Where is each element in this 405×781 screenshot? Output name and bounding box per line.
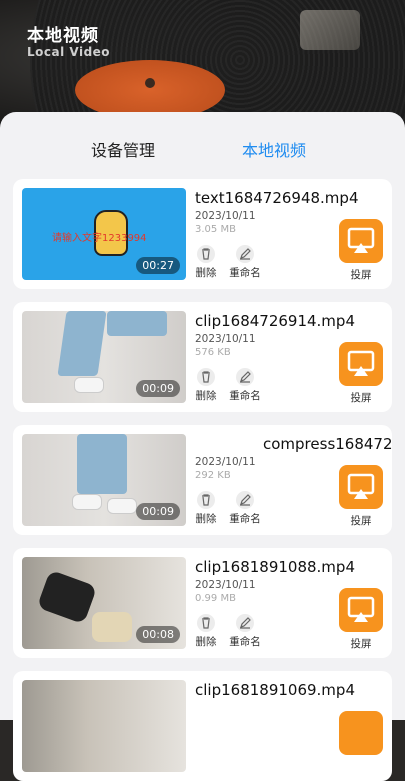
trash-icon — [197, 245, 215, 263]
rename-label: 重命名 — [229, 390, 261, 402]
cast-icon — [339, 588, 383, 632]
rename-button[interactable]: 重命名 — [225, 368, 265, 403]
rename-label: 重命名 — [229, 513, 261, 525]
video-filename: clip1681891069.mp4 — [195, 681, 355, 699]
video-item[interactable]: clip1681891069.mp4 — [13, 671, 392, 781]
delete-button[interactable]: 删除 — [186, 245, 226, 280]
delete-label: 删除 — [195, 267, 217, 279]
duration-badge: 00:08 — [136, 626, 180, 643]
video-size: 3.05 MB — [195, 224, 236, 235]
cast-button[interactable]: 投屏 — [338, 588, 384, 651]
video-item[interactable]: 00:09 compress168472 2023/10/11 292 KB 删… — [13, 425, 393, 535]
cast-icon — [339, 219, 383, 263]
delete-label: 删除 — [195, 636, 217, 648]
rename-label: 重命名 — [229, 636, 261, 648]
record-label — [75, 60, 225, 120]
video-date: 2023/10/11 — [195, 333, 256, 345]
tonearm-image — [300, 10, 360, 50]
cast-button[interactable] — [338, 711, 384, 759]
video-date: 2023/10/11 — [195, 456, 256, 468]
duration-badge: 00:27 — [136, 257, 180, 274]
cast-label: 投屏 — [350, 269, 372, 281]
video-filename: clip1684726914.mp4 — [195, 312, 355, 330]
cast-label: 投屏 — [350, 392, 372, 404]
video-thumbnail[interactable]: 00:09 — [22, 311, 186, 403]
video-size: 576 KB — [195, 347, 231, 358]
cast-icon — [339, 342, 383, 386]
cast-icon — [339, 711, 383, 755]
duration-badge: 00:09 — [136, 503, 180, 520]
delete-label: 删除 — [195, 513, 217, 525]
video-thumbnail[interactable]: 00:09 — [22, 434, 186, 526]
trash-icon — [197, 368, 215, 386]
video-size: 292 KB — [195, 470, 231, 481]
content-panel: 设备管理 本地视频 请输入文字1233994 00:27 text1684726… — [0, 112, 405, 781]
delete-label: 删除 — [195, 390, 217, 402]
delete-button[interactable]: 删除 — [186, 491, 226, 526]
cast-label: 投屏 — [350, 638, 372, 650]
thumbnail-text: 请输入文字1233994 — [52, 233, 147, 244]
pencil-icon — [236, 245, 254, 263]
tab-bar: 设备管理 本地视频 — [0, 112, 405, 176]
pencil-icon — [236, 491, 254, 509]
video-item[interactable]: 00:08 clip1681891088.mp4 2023/10/11 0.99… — [13, 548, 392, 658]
trash-icon — [197, 614, 215, 632]
video-item[interactable]: 00:09 clip1684726914.mp4 2023/10/11 576 … — [13, 302, 392, 412]
video-thumbnail[interactable]: 00:08 — [22, 557, 186, 649]
video-thumbnail[interactable] — [22, 680, 186, 772]
video-item[interactable]: 请输入文字1233994 00:27 text1684726948.mp4 20… — [13, 179, 392, 289]
video-date: 2023/10/11 — [195, 579, 256, 591]
cast-icon — [339, 465, 383, 509]
rename-label: 重命名 — [229, 267, 261, 279]
cast-button[interactable]: 投屏 — [338, 465, 384, 528]
tab-device-management[interactable]: 设备管理 — [91, 137, 155, 161]
pencil-icon — [236, 368, 254, 386]
rename-button[interactable]: 重命名 — [225, 245, 265, 280]
cast-button[interactable]: 投屏 — [338, 342, 384, 405]
video-filename: clip1681891088.mp4 — [195, 558, 355, 576]
cast-label: 投屏 — [350, 515, 372, 527]
delete-button[interactable]: 删除 — [186, 368, 226, 403]
video-thumbnail[interactable]: 请输入文字1233994 00:27 — [22, 188, 186, 280]
trash-icon — [197, 491, 215, 509]
tab-local-video[interactable]: 本地视频 — [242, 137, 306, 161]
video-filename: compress168472 — [263, 435, 393, 453]
rename-button[interactable]: 重命名 — [225, 491, 265, 526]
cast-button[interactable]: 投屏 — [338, 219, 384, 282]
video-size: 0.99 MB — [195, 593, 236, 604]
pencil-icon — [236, 614, 254, 632]
duration-badge: 00:09 — [136, 380, 180, 397]
video-filename: text1684726948.mp4 — [195, 189, 359, 207]
page-subtitle: Local Video — [27, 45, 111, 59]
delete-button[interactable]: 删除 — [186, 614, 226, 649]
rename-button[interactable]: 重命名 — [225, 614, 265, 649]
video-date: 2023/10/11 — [195, 210, 256, 222]
page-title: 本地视频 — [27, 26, 99, 46]
